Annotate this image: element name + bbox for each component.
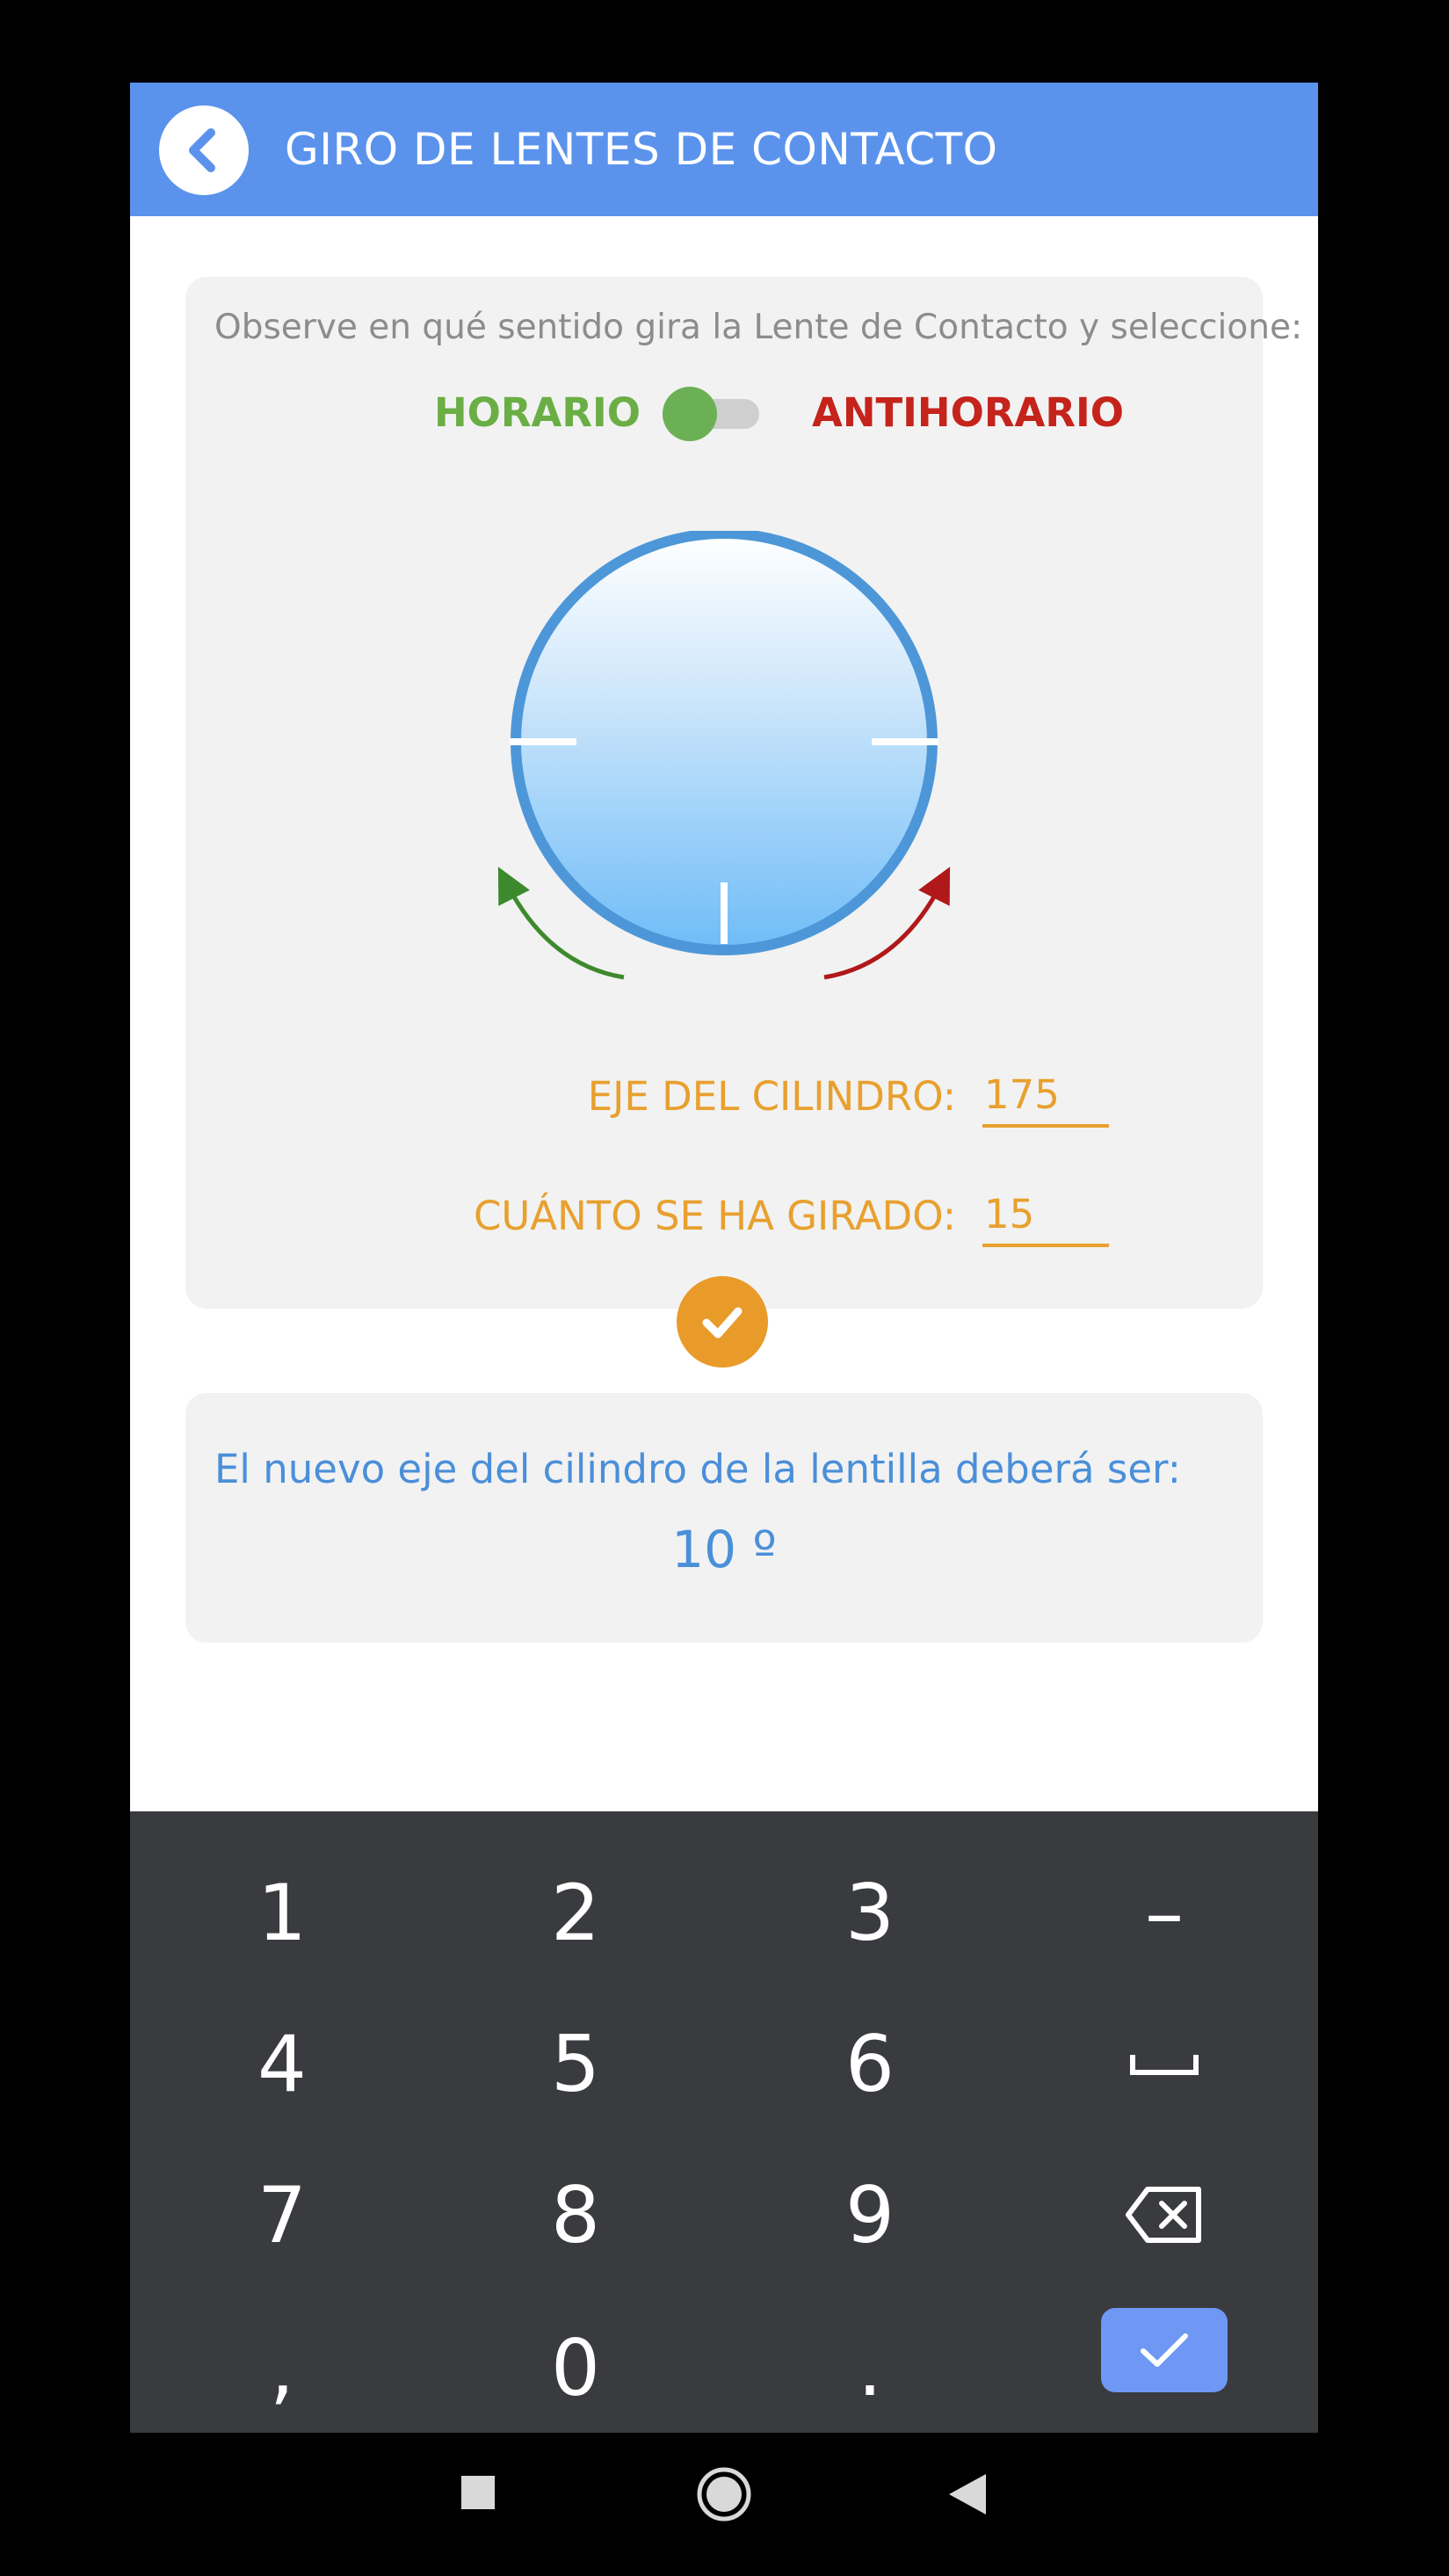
back-icon [949, 2474, 986, 2514]
space-icon [1130, 2055, 1199, 2075]
key-1[interactable]: 1 [181, 1851, 383, 1974]
key-comma[interactable]: , [181, 2306, 383, 2429]
direction-toggle-row: HORARIO ANTIHORARIO [185, 384, 1263, 446]
key-6[interactable]: 6 [769, 2002, 971, 2125]
key-period[interactable]: . [769, 2306, 971, 2429]
switch-thumb [663, 387, 717, 441]
key-5[interactable]: 5 [475, 2002, 677, 2125]
numeric-keyboard: 1 2 3 – 4 5 6 7 8 9 , 0 . [130, 1811, 1318, 2433]
cylinder-axis-label: EJE DEL CILINDRO: [587, 1073, 956, 1120]
system-nav-bar [0, 2433, 1449, 2576]
rotation-card: Observe en qué sentido gira la Lente de … [185, 277, 1303, 1368]
check-icon [702, 1307, 743, 1339]
key-0[interactable]: 0 [475, 2306, 677, 2429]
home-icon [697, 2467, 751, 2522]
rotation-amount-label: CUÁNTO SE HA GIRADO: [473, 1193, 956, 1239]
key-enter[interactable] [1101, 2308, 1228, 2392]
chevron-left-icon [189, 128, 215, 172]
key-minus[interactable]: – [1063, 1851, 1265, 1974]
key-space[interactable] [1063, 2002, 1265, 2125]
counterclockwise-label[interactable]: ANTIHORARIO [812, 389, 1124, 436]
direction-switch[interactable] [663, 387, 759, 441]
rotation-amount-input[interactable] [982, 1184, 1109, 1247]
backspace-icon [1126, 2187, 1201, 2243]
home-button[interactable] [694, 2464, 754, 2524]
app-bar: GIRO DE LENTES DE CONTACTO [130, 83, 1318, 216]
key-7[interactable]: 7 [181, 2153, 383, 2276]
clockwise-label[interactable]: HORARIO [434, 389, 641, 436]
app-screen: GIRO DE LENTES DE CONTACTO Observe en qu… [130, 83, 1318, 2433]
recents-button[interactable] [457, 2471, 499, 2514]
cylinder-axis-input[interactable] [982, 1064, 1109, 1128]
key-backspace[interactable] [1063, 2153, 1265, 2276]
recents-icon [461, 2476, 495, 2509]
key-4[interactable]: 4 [181, 2002, 383, 2125]
back-button[interactable] [159, 105, 249, 195]
result-card: El nuevo eje del cilindro de la lentilla… [185, 1393, 1263, 1643]
instruction-text: Observe en qué sentido gira la Lente de … [214, 308, 1303, 347]
key-2[interactable]: 2 [475, 1851, 677, 1974]
back-nav-button[interactable] [945, 2471, 989, 2517]
page-title: GIRO DE LENTES DE CONTACTO [285, 124, 998, 175]
key-8[interactable]: 8 [475, 2153, 677, 2276]
contact-lens-dial [497, 531, 951, 980]
enter-check-icon [1141, 2333, 1188, 2367]
rotation-amount-row: CUÁNTO SE HA GIRADO: [185, 1184, 1263, 1254]
key-3[interactable]: 3 [769, 1851, 971, 1974]
key-9[interactable]: 9 [769, 2153, 971, 2276]
calculate-button[interactable] [677, 1276, 768, 1368]
cylinder-axis-row: EJE DEL CILINDRO: [185, 1064, 1263, 1135]
result-value: 10 º [671, 1520, 777, 1579]
result-description: El nuevo eje del cilindro de la lentilla… [214, 1446, 1181, 1492]
